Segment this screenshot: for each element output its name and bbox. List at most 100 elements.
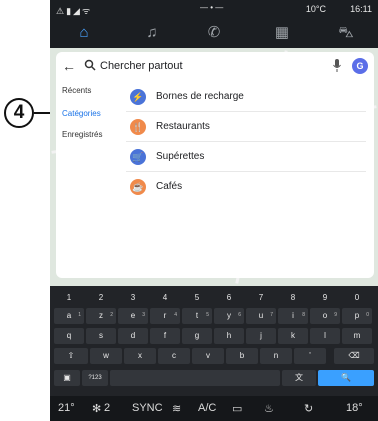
letter-key[interactable]: ' bbox=[294, 348, 326, 364]
key-row-4: ▣ ?123 文 🔍 bbox=[50, 370, 378, 388]
status-icons: ⚠▮◢ᯤ bbox=[56, 6, 93, 16]
apps-icon[interactable]: ▦ bbox=[268, 22, 296, 44]
clock: 16:11 bbox=[350, 4, 372, 14]
category-label: Cafés bbox=[156, 181, 183, 192]
recirculation-icon[interactable]: ↻ bbox=[304, 402, 313, 415]
key-row-3: ⇧ w x c v b n ' ⌫ bbox=[50, 348, 378, 366]
microphone-icon[interactable] bbox=[332, 58, 342, 74]
search-input[interactable]: Chercher partout bbox=[100, 60, 183, 72]
sync-button[interactable]: SYNC bbox=[132, 402, 163, 414]
callout-marker: 4 bbox=[4, 98, 34, 128]
letter-key[interactable]: c bbox=[158, 348, 190, 364]
cafe-icon: ☕ bbox=[130, 179, 146, 195]
space-key[interactable] bbox=[110, 370, 280, 386]
language-key[interactable]: 文 bbox=[282, 370, 316, 386]
letter-key[interactable]: x bbox=[124, 348, 156, 364]
letter-key[interactable]: w bbox=[90, 348, 122, 364]
on-screen-keyboard: 1234567890 a1z2e3r4t5y6u7i8o9p0 qsdfghjk… bbox=[50, 286, 378, 396]
sidebar-item-saved[interactable]: Enregistrés bbox=[62, 130, 102, 139]
key-secondary-label: 9 bbox=[334, 312, 337, 318]
search-key[interactable]: 🔍 bbox=[318, 370, 374, 386]
status-center-indicator: — • — bbox=[200, 3, 224, 12]
key-secondary-label: 8 bbox=[302, 312, 305, 318]
number-key[interactable]: 2 bbox=[86, 290, 116, 306]
category-label: Bornes de recharge bbox=[156, 91, 244, 102]
category-item[interactable]: 🍴 Restaurants bbox=[126, 112, 366, 142]
letter-key[interactable]: t5 bbox=[182, 308, 212, 324]
number-key[interactable]: 0 bbox=[342, 290, 372, 306]
number-key[interactable]: 1 bbox=[54, 290, 84, 306]
number-key[interactable]: 7 bbox=[246, 290, 276, 306]
rear-defrost-icon[interactable]: ▭ bbox=[232, 402, 242, 415]
key-secondary-label: 4 bbox=[174, 312, 177, 318]
passenger-temperature[interactable]: 18° bbox=[346, 402, 363, 414]
key-row-1: a1z2e3r4t5y6u7i8o9p0 bbox=[50, 308, 378, 326]
category-item[interactable]: ⚡ Bornes de recharge bbox=[126, 82, 366, 112]
letter-key[interactable]: o9 bbox=[310, 308, 340, 324]
account-avatar[interactable]: G bbox=[352, 58, 368, 74]
letter-key[interactable]: e3 bbox=[118, 308, 148, 324]
number-key[interactable]: 3 bbox=[118, 290, 148, 306]
number-key[interactable]: 9 bbox=[310, 290, 340, 306]
category-item[interactable]: ☕ Cafés bbox=[126, 172, 366, 202]
letter-key[interactable]: h bbox=[214, 328, 244, 344]
driver-temperature[interactable]: 21° bbox=[58, 402, 75, 414]
ac-button[interactable]: A/C bbox=[198, 402, 216, 414]
letter-key[interactable]: z2 bbox=[86, 308, 116, 324]
status-bar: ⚠▮◢ᯤ — • — 10°C 16:11 bbox=[50, 0, 378, 18]
music-icon[interactable]: ♫ bbox=[138, 22, 166, 44]
letter-key[interactable]: r4 bbox=[150, 308, 180, 324]
category-label: Restaurants bbox=[156, 121, 210, 132]
key-secondary-label: 7 bbox=[270, 312, 273, 318]
letter-key[interactable]: m bbox=[342, 328, 372, 344]
key-secondary-label: 5 bbox=[206, 312, 209, 318]
phone-icon[interactable]: ✆ bbox=[200, 22, 228, 44]
letter-key[interactable]: s bbox=[86, 328, 116, 344]
letter-key[interactable]: g bbox=[182, 328, 212, 344]
letter-key[interactable]: p0 bbox=[342, 308, 372, 324]
search-icon bbox=[84, 59, 96, 71]
back-arrow-icon[interactable]: ← bbox=[62, 58, 76, 74]
shopping-cart-icon: 🛒 bbox=[130, 149, 146, 165]
letter-key[interactable]: q bbox=[54, 328, 84, 344]
emoji-key[interactable]: ▣ bbox=[54, 370, 80, 386]
letter-key[interactable]: b bbox=[226, 348, 258, 364]
letter-key[interactable]: u7 bbox=[246, 308, 276, 324]
charging-station-icon: ⚡ bbox=[130, 89, 146, 105]
letter-key[interactable]: l bbox=[310, 328, 340, 344]
key-secondary-label: 2 bbox=[110, 312, 113, 318]
number-key[interactable]: 8 bbox=[278, 290, 308, 306]
sidebar-item-recents[interactable]: Récents bbox=[62, 86, 91, 95]
sidebar-item-categories[interactable]: Catégories bbox=[62, 109, 101, 118]
letter-key[interactable]: n bbox=[260, 348, 292, 364]
top-navigation: ⌂ ♫ ✆ ▦ ⛍ bbox=[50, 18, 378, 48]
climate-bar: 21° ✻ 2 SYNC ≋ A/C ▭ ♨ ↻ 18° bbox=[50, 396, 378, 421]
category-item[interactable]: 🛒 Supérettes bbox=[126, 142, 366, 172]
number-key[interactable]: 6 bbox=[214, 290, 244, 306]
key-secondary-label: 1 bbox=[78, 312, 81, 318]
search-bar[interactable]: ← Chercher partout G bbox=[56, 52, 374, 82]
shift-key[interactable]: ⇧ bbox=[54, 348, 88, 364]
number-key[interactable]: 5 bbox=[182, 290, 212, 306]
letter-key[interactable]: d bbox=[118, 328, 148, 344]
letter-key[interactable]: j bbox=[246, 328, 276, 344]
symbols-key[interactable]: ?123 bbox=[82, 370, 108, 386]
car-icon[interactable]: ⛍ bbox=[332, 22, 360, 44]
outside-temperature: 10°C bbox=[305, 4, 326, 14]
category-label: Supérettes bbox=[156, 151, 205, 162]
home-icon[interactable]: ⌂ bbox=[70, 22, 98, 44]
fan-speed[interactable]: 2 bbox=[104, 402, 110, 414]
key-secondary-label: 3 bbox=[142, 312, 145, 318]
letter-key[interactable]: v bbox=[192, 348, 224, 364]
seat-heat-icon[interactable]: ♨ bbox=[264, 402, 274, 415]
letter-key[interactable]: f bbox=[150, 328, 180, 344]
key-row-2: qsdfghjklm bbox=[50, 328, 378, 346]
windshield-defrost-icon[interactable]: ≋ bbox=[172, 402, 181, 415]
fan-icon[interactable]: ✻ bbox=[92, 402, 101, 415]
letter-key[interactable]: i8 bbox=[278, 308, 308, 324]
number-key[interactable]: 4 bbox=[150, 290, 180, 306]
letter-key[interactable]: k bbox=[278, 328, 308, 344]
letter-key[interactable]: a1 bbox=[54, 308, 84, 324]
backspace-key[interactable]: ⌫ bbox=[334, 348, 374, 364]
letter-key[interactable]: y6 bbox=[214, 308, 244, 324]
